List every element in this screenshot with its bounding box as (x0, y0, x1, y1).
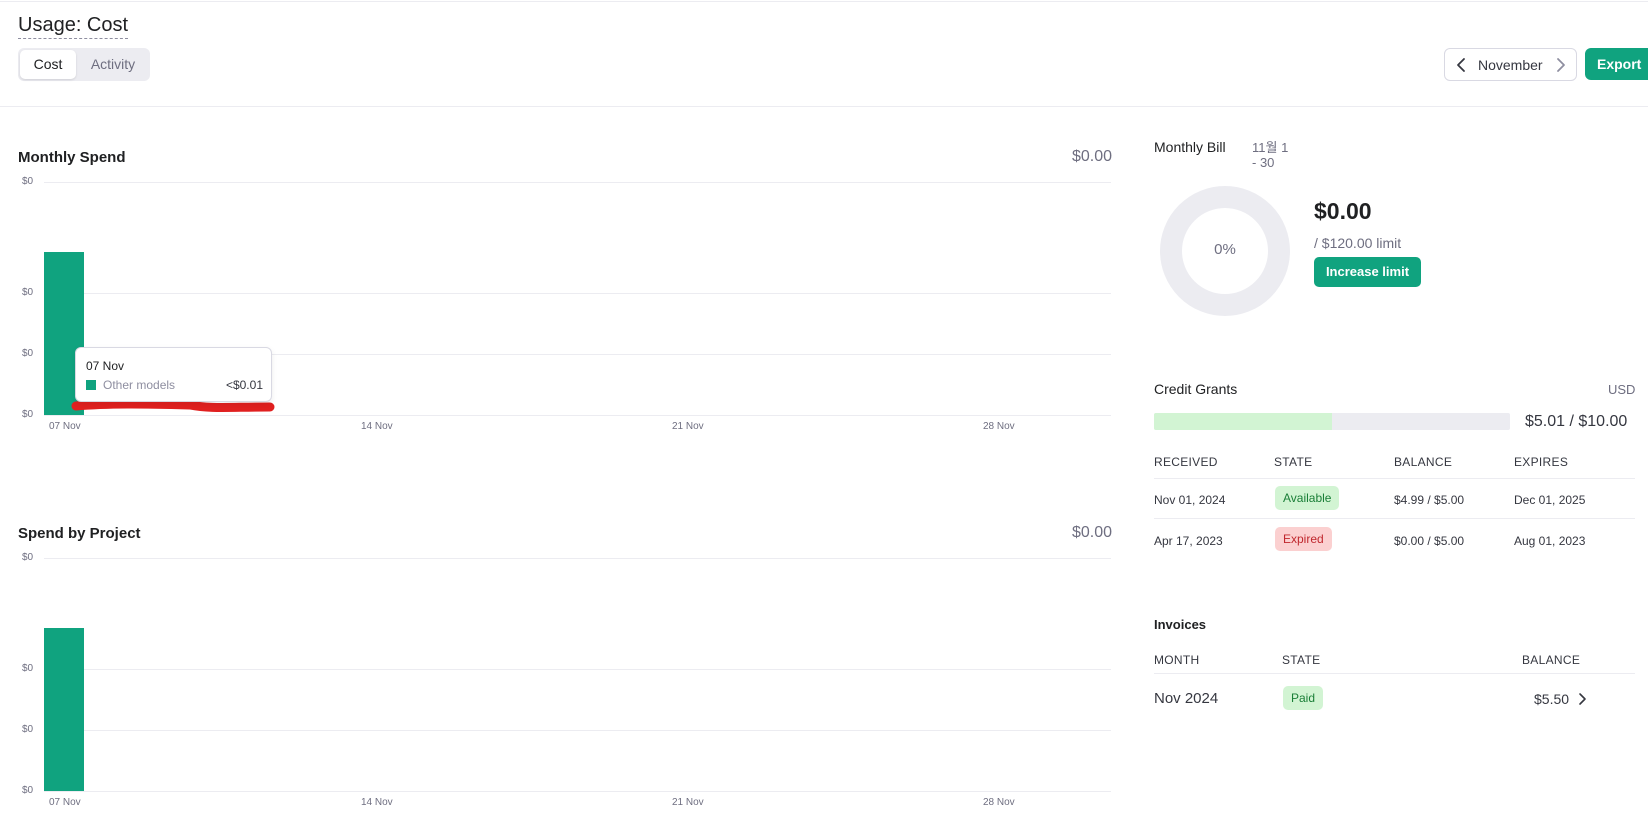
grant-expires: Dec 01, 2025 (1514, 493, 1586, 507)
month-label: November (1478, 57, 1543, 73)
y-tick-label: $0 (22, 724, 34, 736)
x-tick-label: 28 Nov (983, 797, 1015, 808)
tooltip-swatch (86, 380, 96, 390)
y-tick-label: $0 (22, 286, 34, 298)
gridline (44, 558, 1111, 559)
view-toggle: Cost Activity (18, 48, 150, 81)
gridline (44, 791, 1111, 792)
table-divider (1154, 478, 1635, 479)
top-border (0, 1, 1648, 2)
grant-received: Nov 01, 2024 (1154, 493, 1226, 507)
status-badge: Available (1275, 486, 1340, 510)
grant-balance: $0.00 / $5.00 (1394, 534, 1465, 548)
status-badge: Paid (1283, 686, 1324, 710)
table-divider (1154, 673, 1635, 674)
y-tick-label: $0 (22, 785, 34, 796)
tab-activity[interactable]: Activity (80, 50, 146, 79)
tooltip-value: <$0.01 (225, 378, 263, 392)
grant-received: Apr 17, 2023 (1154, 534, 1223, 548)
table-divider (1154, 518, 1635, 519)
x-tick-label: 07 Nov (49, 797, 81, 808)
bill-limit: / $120.00 limit (1314, 235, 1402, 251)
grant-expires: Aug 01, 2023 (1514, 534, 1586, 548)
chart-bar[interactable] (44, 627, 84, 791)
chevron-right-icon[interactable] (1577, 690, 1589, 708)
column-header-balance: BALANCE (1522, 653, 1581, 667)
spend-by-project-chart: $0 $0 $0 $0 07 Nov 14 Nov 21 Nov 28 Nov (18, 546, 1111, 826)
x-tick-label: 07 Nov (49, 421, 81, 432)
spend-by-project-title: Spend by Project (18, 525, 141, 542)
monthly-bill-title: Monthly Bill (1154, 139, 1226, 155)
status-badge: Expired (1275, 527, 1332, 551)
x-tick-label: 21 Nov (672, 797, 704, 808)
credit-grants-progress (1154, 413, 1510, 430)
increase-limit-button[interactable]: Increase limit (1314, 257, 1421, 287)
invoices-title: Invoices (1154, 617, 1207, 632)
export-button[interactable]: Export (1585, 48, 1648, 80)
spend-by-project-total: $0.00 (1072, 524, 1113, 541)
bill-percent: 0% (1214, 241, 1236, 258)
y-tick-label: $0 (22, 348, 34, 360)
invoice-balance: $5.50 (1534, 691, 1570, 707)
tab-cost[interactable]: Cost (20, 50, 76, 79)
column-header-month: MONTH (1154, 653, 1200, 667)
credit-grants-amount: $5.01 / $10.00 (1525, 413, 1628, 430)
column-header-state: STATE (1274, 455, 1313, 469)
gridline (44, 182, 1111, 183)
y-tick-label: $0 (22, 662, 34, 674)
column-header-state: STATE (1282, 653, 1321, 667)
gridline (44, 292, 1111, 294)
y-tick-label: $0 (22, 176, 34, 187)
gridline (44, 730, 1111, 732)
x-tick-label: 14 Nov (361, 421, 393, 432)
monthly-spend-title: Monthly Spend (18, 149, 126, 166)
invoice-month: Nov 2024 (1154, 690, 1219, 707)
chart-tooltip: 07 Nov Other models <$0.01 (75, 347, 272, 402)
gridline (44, 668, 1111, 670)
grant-balance: $4.99 / $5.00 (1394, 493, 1465, 507)
x-tick-label: 14 Nov (361, 797, 393, 808)
page-title: Usage: Cost (18, 13, 129, 39)
column-header-received: RECEIVED (1154, 455, 1218, 469)
credit-grants-title: Credit Grants (1154, 381, 1238, 397)
credit-grants-progress-fill (1154, 413, 1333, 430)
monthly-bill-range: 11월 1 - 30 (1252, 140, 1289, 170)
chevron-right-icon[interactable] (1551, 55, 1569, 75)
month-selector: November (1444, 48, 1577, 81)
monthly-spend-total: $0.00 (1072, 148, 1113, 165)
column-header-expires: EXPIRES (1514, 455, 1569, 469)
credit-grants-currency: USD (1608, 382, 1636, 397)
bill-amount: $0.00 (1314, 198, 1372, 224)
tooltip-series: Other models (103, 378, 176, 392)
x-tick-label: 28 Nov (983, 421, 1015, 432)
chevron-left-icon[interactable] (1453, 55, 1471, 75)
y-tick-label: $0 (22, 409, 34, 420)
x-tick-label: 21 Nov (672, 421, 704, 432)
column-header-balance: BALANCE (1394, 455, 1453, 469)
y-tick-label: $0 (22, 552, 34, 563)
header-divider (0, 106, 1648, 107)
tooltip-date: 07 Nov (86, 359, 125, 373)
